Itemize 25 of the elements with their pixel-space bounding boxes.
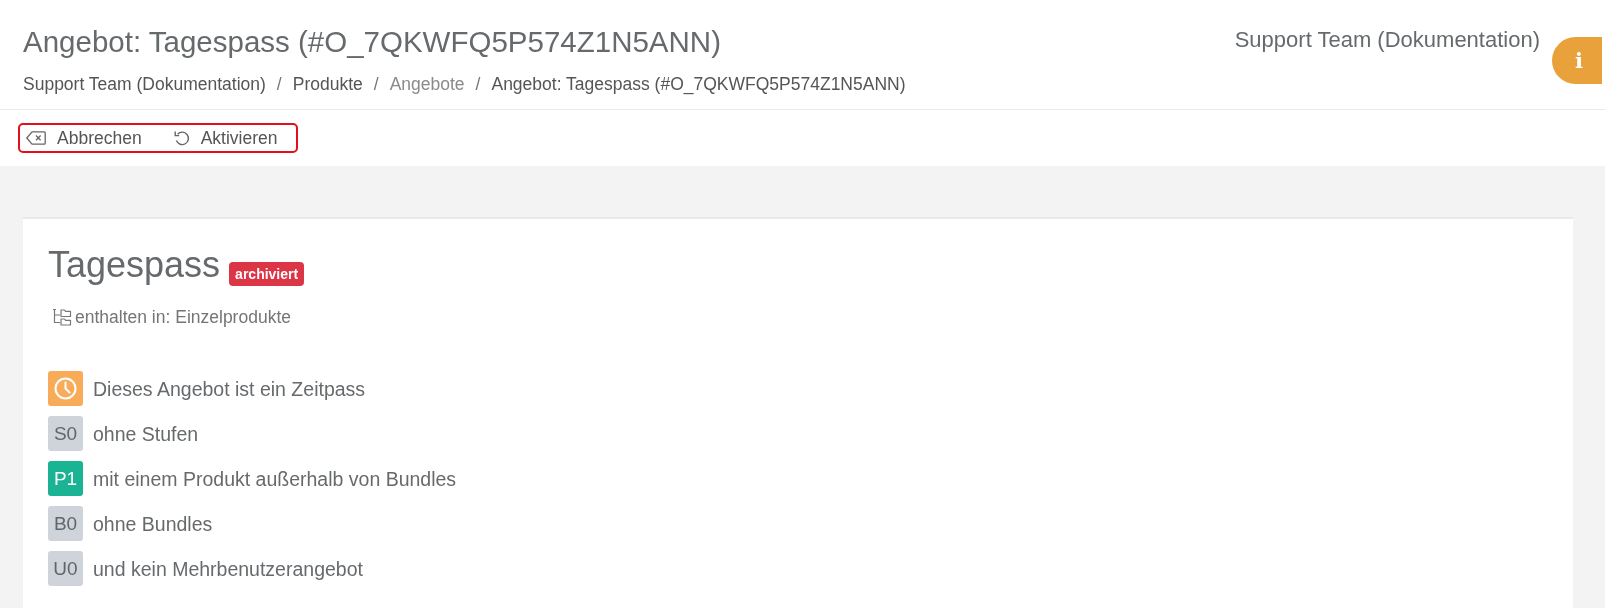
feature-text: und kein Mehrbenutzerangebot: [93, 557, 363, 580]
team-name: Support Team (Dokumentation): [1234, 26, 1540, 54]
offer-title: Tagespass: [48, 243, 221, 287]
breadcrumb-link[interactable]: Angebot: Tagespass (#O_7QKWFQ5P574Z1N5ANN): [491, 74, 906, 94]
feature-text: ohne Stufen: [93, 422, 199, 445]
folder-tree-icon: [52, 308, 72, 326]
feature-code-badge: U0: [48, 551, 83, 586]
breadcrumb-link[interactable]: Support Team (Dokumentation): [23, 74, 266, 94]
feature-text: mit einem Produkt außerhalb von Bundles: [93, 467, 457, 490]
status-badge: archiviert: [229, 262, 305, 286]
backspace-icon: [26, 131, 46, 145]
feature-code-badge: S0: [48, 416, 83, 451]
feature-code-badge: B0: [48, 506, 83, 541]
parent-category-text: enthalten in: Einzelprodukte: [75, 307, 291, 327]
undo-icon: [173, 130, 190, 146]
breadcrumb-separator: /: [373, 74, 379, 94]
feature-text: ohne Bundles: [93, 512, 213, 535]
feature-text: Dieses Angebot ist ein Zeitpass: [93, 377, 366, 400]
cancel-button[interactable]: Abbrechen: [26, 128, 142, 148]
feature-code-badge: P1: [48, 461, 83, 496]
breadcrumb-link[interactable]: Produkte: [292, 74, 363, 94]
breadcrumb-separator: /: [276, 74, 282, 94]
activate-button[interactable]: Aktivieren: [173, 128, 278, 148]
page-title: Angebot: Tagespass (#O_7QKWFQ5P574Z1N5ANN): [23, 24, 721, 60]
breadcrumb-separator: /: [475, 74, 481, 94]
